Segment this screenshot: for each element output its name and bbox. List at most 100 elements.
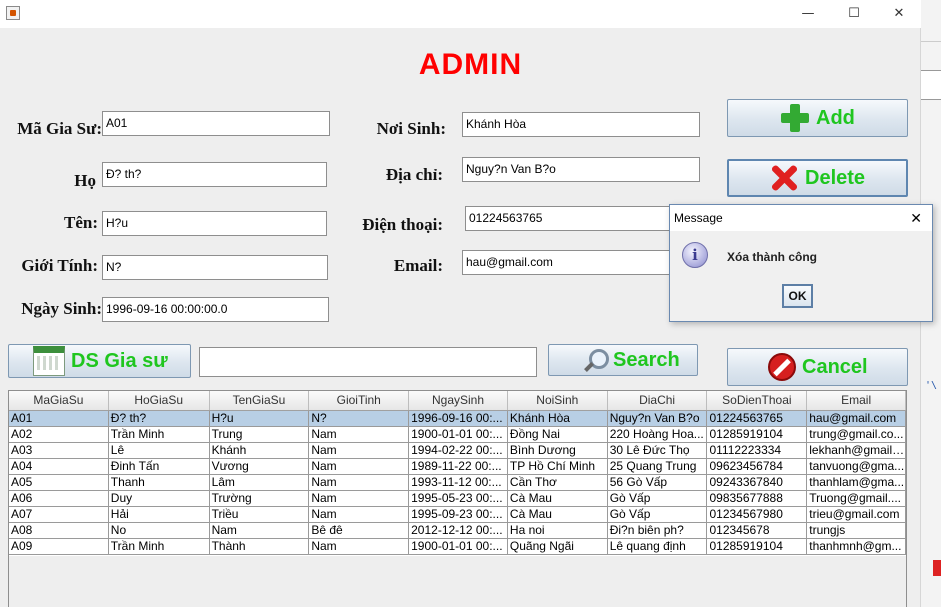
column-header[interactable]: HoGiaSu [109, 391, 210, 410]
background-edge-marker [933, 560, 941, 576]
message-dialog: Message ✕ i Xóa thành công OK [669, 204, 933, 322]
table-cell: Nam [309, 491, 410, 507]
table-cell: Đi?n biên ph? [607, 523, 708, 539]
table-cell: A03 [9, 443, 109, 459]
column-header[interactable]: NoiSinh [508, 391, 608, 410]
table-cell: Nam [309, 539, 410, 555]
email-field[interactable]: hau@gmail.com [462, 250, 700, 275]
table-cell: 1989-11-22 00:... [409, 459, 508, 475]
ngay-sinh-field[interactable]: 1996-09-16 00:00:00.0 [102, 297, 329, 322]
plus-icon [780, 103, 810, 133]
table-cell: A04 [9, 459, 109, 475]
calendar-icon [33, 346, 65, 376]
table-cell: Trường [209, 491, 310, 507]
cancel-button[interactable]: Cancel [727, 348, 908, 386]
magnifier-icon [583, 348, 609, 372]
table-cell: Ha noi [507, 523, 608, 539]
column-header[interactable]: NgaySinh [409, 391, 508, 410]
dien-thoai-label: Điện thoại: [362, 215, 443, 234]
background-edge-panel [921, 70, 941, 100]
maximize-button[interactable]: ☐ [832, 0, 876, 28]
table-cell: tanvuong@gma... [807, 459, 906, 475]
ten-label: Tên: [64, 213, 98, 232]
table-cell: Lê [108, 443, 210, 459]
column-header[interactable]: SoDienThoai [707, 391, 808, 410]
delete-button[interactable]: Delete [727, 159, 908, 197]
delete-x-icon [769, 163, 799, 193]
table-cell: Nam [309, 427, 410, 443]
table-cell: trungjs [807, 523, 906, 539]
table-cell: A07 [9, 507, 109, 523]
table-cell: 01112223334 [707, 443, 808, 459]
table-cell: TP Hồ Chí Minh [507, 459, 608, 475]
cancel-icon [768, 353, 796, 381]
noi-sinh-field[interactable]: Khánh Hòa [462, 112, 700, 137]
ho-field[interactable]: Đ? th? [102, 162, 327, 187]
table-cell: Nam [209, 523, 310, 539]
ds-gia-su-label: DS Gia sư [71, 349, 168, 372]
table-row[interactable]: A09 Trần Minh Thành Nam 1900-01-01 00:... Quã… [9, 539, 906, 555]
table-cell: 09835677888 [707, 491, 808, 507]
close-button[interactable]: ✕ [877, 0, 921, 28]
tutor-table[interactable]: MaGiaSu HoGiaSu TenGiaSu GioiTinh NgaySinh No… [8, 390, 907, 607]
table-cell: Nam [309, 443, 410, 459]
background-edge-text: '\ [925, 380, 938, 391]
table-cell: thanhlam@gma... [807, 475, 906, 491]
dien-thoai-field[interactable]: 01224563765 [465, 206, 700, 231]
column-header[interactable]: DiaChi [608, 391, 708, 410]
table-cell: Nam [309, 475, 410, 491]
add-button[interactable]: Add [727, 99, 908, 137]
ma-gia-su-field[interactable]: A01 [102, 111, 330, 136]
java-app-icon [6, 6, 20, 20]
table-row[interactable]: A03 Lê Khánh Nam 1994-02-22 00:... Bình Dương… [9, 443, 906, 459]
dialog-title: Message [674, 211, 723, 225]
title-bar: — ☐ ✕ [0, 0, 921, 28]
page-title: ADMIN [418, 48, 523, 81]
table-cell: Duy [108, 491, 210, 507]
table-cell: Hải [108, 507, 210, 523]
table-cell: Đ? th? [108, 411, 210, 427]
cancel-button-label: Cancel [802, 355, 868, 378]
gioi-tinh-field[interactable]: N? [102, 255, 328, 280]
table-empty-area [9, 556, 906, 607]
ten-field[interactable]: H?u [102, 211, 327, 236]
table-cell: Vương [209, 459, 310, 475]
table-row[interactable]: A07 Hải Triều Nam 1995-09-23 00:... Cà Mau Gò … [9, 507, 906, 523]
table-cell: Truong@gmail.... [807, 491, 906, 507]
table-cell: Nam [309, 507, 410, 523]
background-edge-bar [921, 20, 941, 42]
table-row[interactable]: A05 Thanh Lâm Nam 1993-11-12 00:... Cần Thơ 56… [9, 475, 906, 491]
table-cell: Quãng Ngãi [507, 539, 608, 555]
add-button-label: Add [816, 106, 855, 129]
minimize-button[interactable]: — [786, 0, 830, 28]
table-row[interactable]: A01 Đ? th? H?u N? 1996-09-16 00:... Khánh Hòa… [9, 411, 906, 427]
table-cell: Gò Vấp [607, 491, 708, 507]
table-cell: 1996-09-16 00:... [409, 411, 508, 427]
table-cell: 1900-01-01 00:... [409, 539, 508, 555]
table-cell: 25 Quang Trung [607, 459, 708, 475]
column-header[interactable]: GioiTinh [309, 391, 410, 410]
dialog-message: Xóa thành công [727, 250, 817, 264]
dia-chi-field[interactable]: Nguy?n Van B?o [462, 157, 700, 182]
ds-gia-su-button[interactable]: DS Gia sư [8, 344, 191, 378]
column-header[interactable]: Email [807, 391, 906, 410]
table-row[interactable]: A08 No Nam Bê đê 2012-12-12 00:... Ha noi Đi?n… [9, 523, 906, 539]
ok-button[interactable]: OK [782, 284, 813, 308]
table-cell: 1993-11-12 00:... [409, 475, 508, 491]
search-input[interactable] [199, 347, 537, 377]
table-cell: 56 Gò Vấp [607, 475, 708, 491]
table-header: MaGiaSu HoGiaSu TenGiaSu GioiTinh NgaySinh No… [9, 391, 906, 411]
column-header[interactable]: MaGiaSu [9, 391, 109, 410]
search-button[interactable]: Search [548, 344, 698, 376]
column-header[interactable]: TenGiaSu [210, 391, 310, 410]
dia-chi-label: Địa chỉ: [385, 165, 443, 184]
table-cell: Đồng Nai [507, 427, 608, 443]
dialog-close-button[interactable]: ✕ [910, 205, 922, 231]
table-row[interactable]: A04 Đinh Tấn Vương Nam 1989-11-22 00:... TP H… [9, 459, 906, 475]
table-cell: A08 [9, 523, 109, 539]
table-row[interactable]: A02 Trần Minh Trung Nam 1900-01-01 00:... Đồn… [9, 427, 906, 443]
table-row[interactable]: A06 Duy Trường Nam 1995-05-23 00:... Cà Mau Gò… [9, 491, 906, 507]
table-cell: 1994-02-22 00:... [409, 443, 508, 459]
table-cell: Thanh [108, 475, 210, 491]
table-cell: 1995-05-23 00:... [409, 491, 508, 507]
